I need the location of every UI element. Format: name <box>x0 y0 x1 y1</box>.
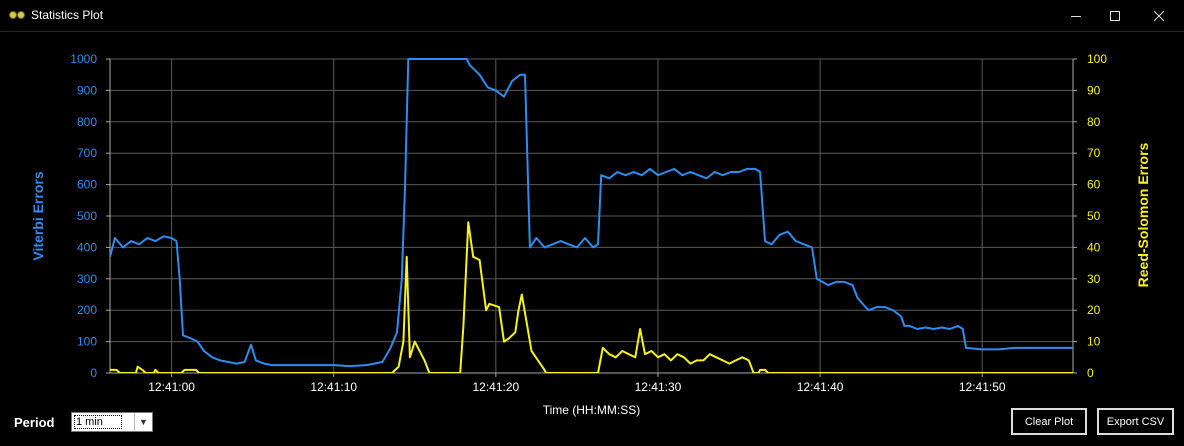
x-tick-label: 12:41:10 <box>310 380 357 394</box>
y-left-tick-label: 400 <box>77 240 97 254</box>
statistics-chart: 0 0 100 10 200 20 300 30 400 40 500 50 600 60 700 70 800… <box>30 52 1151 417</box>
y-left-tick-label: 900 <box>77 83 97 97</box>
app-icon <box>9 10 25 20</box>
close-button[interactable] <box>1136 0 1182 31</box>
close-icon <box>1154 10 1164 21</box>
period-label: Period <box>14 415 55 430</box>
maximize-button[interactable] <box>1092 0 1138 31</box>
y-right-tick-label: 80 <box>1087 115 1101 129</box>
y-left-tick-label: 0 <box>90 366 97 380</box>
period-value: 1 min <box>74 415 122 429</box>
chevron-down-icon: ▼ <box>134 413 152 431</box>
y-left-tick-label: 700 <box>77 146 97 160</box>
period-dropdown[interactable]: 1 min ▼ <box>71 412 153 432</box>
y-left-tick-label: 100 <box>77 335 97 349</box>
x-tick-label: 12:41:00 <box>148 380 195 394</box>
y-right-tick-label: 70 <box>1087 146 1101 160</box>
clear-plot-button[interactable]: Clear Plot <box>1011 408 1087 435</box>
y-right-tick-label: 30 <box>1087 272 1101 286</box>
y-left-tick-label: 500 <box>77 209 97 223</box>
y-right-tick-label: 50 <box>1087 209 1101 223</box>
y-left-tick-label: 800 <box>77 115 97 129</box>
y-left-tick-label: 1000 <box>70 52 97 66</box>
x-tick-label: 12:41:40 <box>797 380 844 394</box>
y-right-tick-label: 60 <box>1087 178 1101 192</box>
y-right-tick-label: 100 <box>1087 52 1107 66</box>
export-csv-button[interactable]: Export CSV <box>1097 408 1174 435</box>
x-tick-label: 12:41:20 <box>472 380 519 394</box>
x-tick-label: 12:41:30 <box>635 380 682 394</box>
y-right-tick-label: 40 <box>1087 240 1101 254</box>
minimize-icon <box>1071 15 1081 17</box>
y-right-tick-label: 0 <box>1087 366 1094 380</box>
x-axis-title: Time (HH:MM:SS) <box>543 403 641 417</box>
title-bar[interactable]: Statistics Plot <box>0 0 1184 32</box>
y-right-tick-label: 90 <box>1087 83 1101 97</box>
window-title: Statistics Plot <box>31 8 104 22</box>
x-tick-label: 12:41:50 <box>959 380 1006 394</box>
y-left-axis-title: Viterbi Errors <box>30 171 46 260</box>
y-left-tick-label: 600 <box>77 178 97 192</box>
series-line-viterbi <box>110 58 1073 368</box>
maximize-icon <box>1110 10 1120 21</box>
y-right-tick-label: 10 <box>1087 335 1101 349</box>
y-right-axis-title: Reed-Solomon Errors <box>1135 142 1151 287</box>
y-right-tick-label: 20 <box>1087 303 1101 317</box>
y-left-tick-label: 300 <box>77 272 97 286</box>
y-left-tick-label: 200 <box>77 303 97 317</box>
